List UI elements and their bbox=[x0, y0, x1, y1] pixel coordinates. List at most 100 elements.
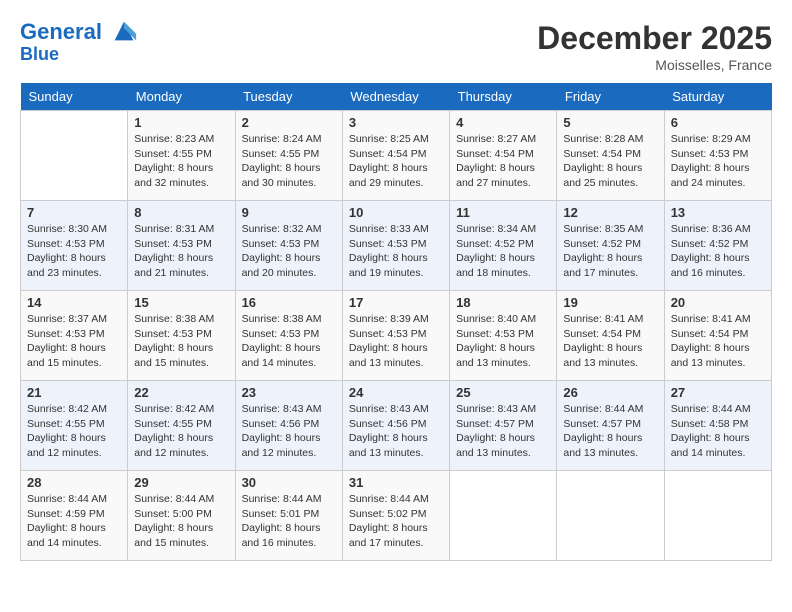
day-info: Sunrise: 8:44 AMSunset: 5:01 PMDaylight:… bbox=[242, 492, 336, 551]
calendar-cell bbox=[21, 111, 128, 201]
day-number: 12 bbox=[563, 205, 657, 220]
day-number: 27 bbox=[671, 385, 765, 400]
day-info: Sunrise: 8:39 AMSunset: 4:53 PMDaylight:… bbox=[349, 312, 443, 371]
calendar-cell: 16 Sunrise: 8:38 AMSunset: 4:53 PMDayligh… bbox=[235, 291, 342, 381]
weekday-header: Monday bbox=[128, 83, 235, 111]
day-info: Sunrise: 8:44 AMSunset: 5:02 PMDaylight:… bbox=[349, 492, 443, 551]
day-info: Sunrise: 8:30 AMSunset: 4:53 PMDaylight:… bbox=[27, 222, 121, 281]
day-info: Sunrise: 8:42 AMSunset: 4:55 PMDaylight:… bbox=[27, 402, 121, 461]
day-number: 18 bbox=[456, 295, 550, 310]
day-number: 3 bbox=[349, 115, 443, 130]
calendar-cell: 31 Sunrise: 8:44 AMSunset: 5:02 PMDayligh… bbox=[342, 471, 449, 561]
day-info: Sunrise: 8:41 AMSunset: 4:54 PMDaylight:… bbox=[563, 312, 657, 371]
day-number: 14 bbox=[27, 295, 121, 310]
calendar-cell: 3 Sunrise: 8:25 AMSunset: 4:54 PMDaylight… bbox=[342, 111, 449, 201]
calendar-cell: 19Sunrise: 8:41 AMSunset: 4:54 PMDayligh… bbox=[557, 291, 664, 381]
calendar-cell: 5 Sunrise: 8:28 AMSunset: 4:54 PMDaylight… bbox=[557, 111, 664, 201]
day-number: 4 bbox=[456, 115, 550, 130]
calendar-cell: 10 Sunrise: 8:33 AMSunset: 4:53 PMDayligh… bbox=[342, 201, 449, 291]
day-number: 26 bbox=[563, 385, 657, 400]
day-number: 21 bbox=[27, 385, 121, 400]
day-number: 23 bbox=[242, 385, 336, 400]
day-info: Sunrise: 8:44 AMSunset: 4:59 PMDaylight:… bbox=[27, 492, 121, 551]
day-info: Sunrise: 8:34 AMSunset: 4:52 PMDaylight:… bbox=[456, 222, 550, 281]
day-info: Sunrise: 8:24 AMSunset: 4:55 PMDaylight:… bbox=[242, 132, 336, 191]
calendar-week-row: 1 Sunrise: 8:23 AMSunset: 4:55 PMDaylight… bbox=[21, 111, 772, 201]
day-info: Sunrise: 8:32 AMSunset: 4:53 PMDaylight:… bbox=[242, 222, 336, 281]
day-info: Sunrise: 8:35 AMSunset: 4:52 PMDaylight:… bbox=[563, 222, 657, 281]
page-header: General Blue December 2025 Moisselles, F… bbox=[20, 20, 772, 73]
calendar-week-row: 14 Sunrise: 8:37 AMSunset: 4:53 PMDayligh… bbox=[21, 291, 772, 381]
day-number: 16 bbox=[242, 295, 336, 310]
calendar-cell: 17 Sunrise: 8:39 AMSunset: 4:53 PMDayligh… bbox=[342, 291, 449, 381]
calendar-cell: 11 Sunrise: 8:34 AMSunset: 4:52 PMDayligh… bbox=[450, 201, 557, 291]
day-number: 7 bbox=[27, 205, 121, 220]
day-info: Sunrise: 8:43 AMSunset: 4:56 PMDaylight:… bbox=[349, 402, 443, 461]
day-number: 29 bbox=[134, 475, 228, 490]
location: Moisselles, France bbox=[537, 57, 772, 73]
day-number: 1 bbox=[134, 115, 228, 130]
calendar-table: SundayMondayTuesdayWednesdayThursdayFrid… bbox=[20, 83, 772, 561]
calendar-cell: 9Sunrise: 8:32 AMSunset: 4:53 PMDaylight… bbox=[235, 201, 342, 291]
day-number: 25 bbox=[456, 385, 550, 400]
calendar-week-row: 7 Sunrise: 8:30 AMSunset: 4:53 PMDaylight… bbox=[21, 201, 772, 291]
calendar-cell: 21 Sunrise: 8:42 AMSunset: 4:55 PMDayligh… bbox=[21, 381, 128, 471]
weekday-header: Thursday bbox=[450, 83, 557, 111]
day-info: Sunrise: 8:41 AMSunset: 4:54 PMDaylight:… bbox=[671, 312, 765, 371]
calendar-cell bbox=[450, 471, 557, 561]
calendar-cell: 20 Sunrise: 8:41 AMSunset: 4:54 PMDayligh… bbox=[664, 291, 771, 381]
calendar-cell: 28 Sunrise: 8:44 AMSunset: 4:59 PMDayligh… bbox=[21, 471, 128, 561]
calendar-cell: 12 Sunrise: 8:35 AMSunset: 4:52 PMDayligh… bbox=[557, 201, 664, 291]
weekday-header: Saturday bbox=[664, 83, 771, 111]
day-number: 11 bbox=[456, 205, 550, 220]
calendar-cell: 29 Sunrise: 8:44 AMSunset: 5:00 PMDayligh… bbox=[128, 471, 235, 561]
day-info: Sunrise: 8:38 AMSunset: 4:53 PMDaylight:… bbox=[242, 312, 336, 371]
calendar-cell: 15Sunrise: 8:38 AMSunset: 4:53 PMDayligh… bbox=[128, 291, 235, 381]
calendar-cell bbox=[557, 471, 664, 561]
day-info: Sunrise: 8:43 AMSunset: 4:56 PMDaylight:… bbox=[242, 402, 336, 461]
day-number: 10 bbox=[349, 205, 443, 220]
calendar-cell: 27Sunrise: 8:44 AMSunset: 4:58 PMDayligh… bbox=[664, 381, 771, 471]
day-number: 20 bbox=[671, 295, 765, 310]
day-info: Sunrise: 8:25 AMSunset: 4:54 PMDaylight:… bbox=[349, 132, 443, 191]
day-info: Sunrise: 8:28 AMSunset: 4:54 PMDaylight:… bbox=[563, 132, 657, 191]
day-number: 5 bbox=[563, 115, 657, 130]
calendar-cell: 4 Sunrise: 8:27 AMSunset: 4:54 PMDaylight… bbox=[450, 111, 557, 201]
calendar-cell: 18 Sunrise: 8:40 AMSunset: 4:53 PMDayligh… bbox=[450, 291, 557, 381]
logo-blue: Blue bbox=[20, 45, 138, 65]
title-area: December 2025 Moisselles, France bbox=[537, 20, 772, 73]
calendar-cell: 6Sunrise: 8:29 AMSunset: 4:53 PMDaylight… bbox=[664, 111, 771, 201]
day-number: 24 bbox=[349, 385, 443, 400]
day-number: 30 bbox=[242, 475, 336, 490]
calendar-cell: 24 Sunrise: 8:43 AMSunset: 4:56 PMDayligh… bbox=[342, 381, 449, 471]
calendar-cell bbox=[664, 471, 771, 561]
day-info: Sunrise: 8:29 AMSunset: 4:53 PMDaylight:… bbox=[671, 132, 765, 191]
calendar-week-row: 28 Sunrise: 8:44 AMSunset: 4:59 PMDayligh… bbox=[21, 471, 772, 561]
day-number: 13 bbox=[671, 205, 765, 220]
day-number: 22 bbox=[134, 385, 228, 400]
weekday-header: Tuesday bbox=[235, 83, 342, 111]
calendar-cell: 22 Sunrise: 8:42 AMSunset: 4:55 PMDayligh… bbox=[128, 381, 235, 471]
day-number: 31 bbox=[349, 475, 443, 490]
logo: General Blue bbox=[20, 20, 138, 65]
month-title: December 2025 bbox=[537, 20, 772, 57]
day-info: Sunrise: 8:27 AMSunset: 4:54 PMDaylight:… bbox=[456, 132, 550, 191]
day-info: Sunrise: 8:37 AMSunset: 4:53 PMDaylight:… bbox=[27, 312, 121, 371]
day-number: 2 bbox=[242, 115, 336, 130]
calendar-cell: 7 Sunrise: 8:30 AMSunset: 4:53 PMDaylight… bbox=[21, 201, 128, 291]
day-number: 17 bbox=[349, 295, 443, 310]
calendar-cell: 30 Sunrise: 8:44 AMSunset: 5:01 PMDayligh… bbox=[235, 471, 342, 561]
calendar-cell: 8Sunrise: 8:31 AMSunset: 4:53 PMDaylight… bbox=[128, 201, 235, 291]
calendar-cell: 2 Sunrise: 8:24 AMSunset: 4:55 PMDaylight… bbox=[235, 111, 342, 201]
day-info: Sunrise: 8:40 AMSunset: 4:53 PMDaylight:… bbox=[456, 312, 550, 371]
day-number: 28 bbox=[27, 475, 121, 490]
day-info: Sunrise: 8:33 AMSunset: 4:53 PMDaylight:… bbox=[349, 222, 443, 281]
day-info: Sunrise: 8:42 AMSunset: 4:55 PMDaylight:… bbox=[134, 402, 228, 461]
logo-text: General bbox=[20, 20, 138, 45]
day-info: Sunrise: 8:36 AMSunset: 4:52 PMDaylight:… bbox=[671, 222, 765, 281]
day-info: Sunrise: 8:23 AMSunset: 4:55 PMDaylight:… bbox=[134, 132, 228, 191]
calendar-cell: 23 Sunrise: 8:43 AMSunset: 4:56 PMDayligh… bbox=[235, 381, 342, 471]
day-number: 15 bbox=[134, 295, 228, 310]
calendar-cell: 25Sunrise: 8:43 AMSunset: 4:57 PMDayligh… bbox=[450, 381, 557, 471]
day-info: Sunrise: 8:44 AMSunset: 5:00 PMDaylight:… bbox=[134, 492, 228, 551]
